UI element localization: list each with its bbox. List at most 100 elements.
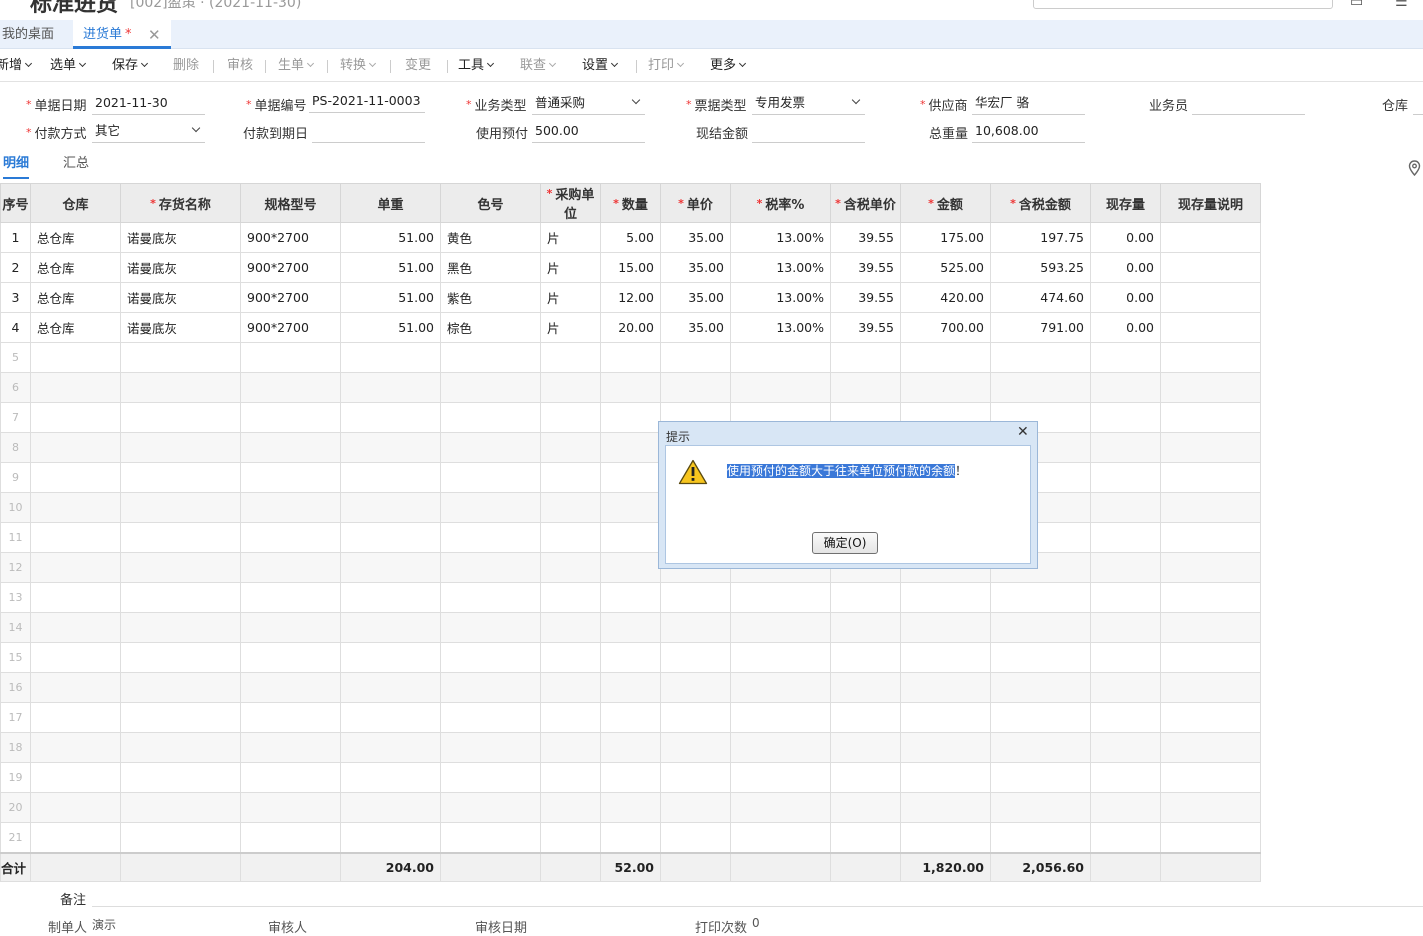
table-cell[interactable] <box>900 342 991 373</box>
menu-icon[interactable]: ☰ <box>1395 0 1408 10</box>
table-cell[interactable]: 7 <box>0 402 31 433</box>
table-cell[interactable] <box>1160 582 1261 613</box>
table-cell[interactable] <box>830 822 901 853</box>
table-cell[interactable]: 18 <box>0 732 31 763</box>
table-cell[interactable] <box>340 612 441 643</box>
table-cell[interactable] <box>340 552 441 583</box>
table-cell[interactable]: 3 <box>0 282 31 313</box>
table-cell[interactable] <box>600 612 661 643</box>
weight-field[interactable]: 10,608.00 <box>972 119 1085 143</box>
table-cell[interactable] <box>730 702 831 733</box>
table-cell[interactable]: 12.00 <box>600 282 661 313</box>
table-cell[interactable]: 片 <box>540 282 601 313</box>
table-cell[interactable] <box>30 642 121 673</box>
table-cell[interactable] <box>340 432 441 463</box>
table-cell[interactable] <box>830 732 901 763</box>
table-cell[interactable] <box>540 402 601 433</box>
table-cell[interactable] <box>830 672 901 703</box>
table-cell[interactable] <box>340 462 441 493</box>
table-cell[interactable] <box>990 582 1091 613</box>
table-cell[interactable] <box>660 702 731 733</box>
table-cell[interactable] <box>340 642 441 673</box>
table-cell[interactable] <box>600 372 661 403</box>
table-cell[interactable] <box>600 672 661 703</box>
table-cell[interactable]: 15.00 <box>600 252 661 283</box>
table-cell[interactable] <box>990 612 1091 643</box>
table-cell[interactable]: 474.60 <box>990 282 1091 313</box>
table-row[interactable]: 9 <box>0 462 1261 493</box>
column-header[interactable]: 仓库 <box>30 183 121 223</box>
table-cell[interactable]: 片 <box>540 222 601 253</box>
table-cell[interactable]: 39.55 <box>830 222 901 253</box>
table-cell[interactable]: 51.00 <box>340 222 441 253</box>
table-cell[interactable] <box>990 702 1091 733</box>
column-header[interactable]: * 存货名称 <box>120 183 241 223</box>
paymethod-select[interactable]: 其它 <box>92 119 205 143</box>
table-row[interactable]: 20 <box>0 792 1261 823</box>
column-header[interactable]: * 含税金额 <box>990 183 1091 223</box>
table-cell[interactable]: 总仓库 <box>30 222 121 253</box>
table-cell[interactable] <box>830 582 901 613</box>
toolbar-button-10[interactable]: 设置 <box>582 50 619 82</box>
table-row[interactable]: 11 <box>0 522 1261 553</box>
table-cell[interactable]: 900*2700 <box>240 282 341 313</box>
table-cell[interactable] <box>1160 312 1261 343</box>
table-cell[interactable] <box>1160 222 1261 253</box>
table-cell[interactable] <box>440 582 541 613</box>
table-cell[interactable] <box>600 462 661 493</box>
table-cell[interactable]: 35.00 <box>660 252 731 283</box>
table-cell[interactable] <box>30 762 121 793</box>
table-cell[interactable] <box>30 522 121 553</box>
invtype-select[interactable]: 专用发票 <box>752 91 865 115</box>
table-cell[interactable] <box>600 522 661 553</box>
column-header[interactable]: * 税率% <box>730 183 831 223</box>
table-cell[interactable] <box>1160 672 1261 703</box>
table-cell[interactable] <box>1160 462 1261 493</box>
table-cell[interactable]: 13.00% <box>730 252 831 283</box>
table-cell[interactable] <box>120 672 241 703</box>
table-cell[interactable] <box>600 492 661 523</box>
table-cell[interactable]: 39.55 <box>830 252 901 283</box>
table-cell[interactable] <box>440 462 541 493</box>
table-cell[interactable]: 1 <box>0 222 31 253</box>
table-cell[interactable] <box>240 702 341 733</box>
column-header[interactable]: 现存量 <box>1090 183 1161 223</box>
table-cell[interactable]: 8 <box>0 432 31 463</box>
table-cell[interactable] <box>1160 432 1261 463</box>
table-cell[interactable] <box>1160 822 1261 853</box>
table-cell[interactable] <box>900 762 991 793</box>
date-field[interactable]: 2021-11-30 <box>92 91 205 115</box>
table-row[interactable]: 15 <box>0 642 1261 673</box>
table-cell[interactable] <box>730 732 831 763</box>
table-cell[interactable] <box>1090 702 1161 733</box>
table-cell[interactable] <box>730 642 831 673</box>
table-cell[interactable] <box>440 402 541 433</box>
table-cell[interactable]: 2 <box>0 252 31 283</box>
table-cell[interactable] <box>340 492 441 523</box>
table-cell[interactable]: 593.25 <box>990 252 1091 283</box>
table-cell[interactable] <box>540 822 601 853</box>
table-cell[interactable]: 15 <box>0 642 31 673</box>
table-cell[interactable] <box>340 342 441 373</box>
table-cell[interactable] <box>340 372 441 403</box>
toolbar-button-11[interactable]: 打印 <box>648 50 685 82</box>
table-cell[interactable] <box>120 582 241 613</box>
table-cell[interactable] <box>540 342 601 373</box>
column-header[interactable]: * 单价 <box>660 183 731 223</box>
table-cell[interactable] <box>240 582 341 613</box>
table-cell[interactable]: 791.00 <box>990 312 1091 343</box>
table-cell[interactable]: 9 <box>0 462 31 493</box>
table-cell[interactable] <box>120 822 241 853</box>
table-cell[interactable]: 525.00 <box>900 252 991 283</box>
table-cell[interactable]: 35.00 <box>660 312 731 343</box>
column-header[interactable]: 单重 <box>340 183 441 223</box>
table-cell[interactable] <box>1160 612 1261 643</box>
table-cell[interactable] <box>1090 402 1161 433</box>
toolbar-button-12[interactable]: 更多 <box>710 50 747 82</box>
toolbar-button-9[interactable]: 联查 <box>520 50 557 82</box>
table-cell[interactable] <box>540 672 601 703</box>
table-cell[interactable] <box>830 642 901 673</box>
table-cell[interactable] <box>120 462 241 493</box>
table-row[interactable]: 5 <box>0 342 1261 373</box>
table-cell[interactable] <box>1090 462 1161 493</box>
